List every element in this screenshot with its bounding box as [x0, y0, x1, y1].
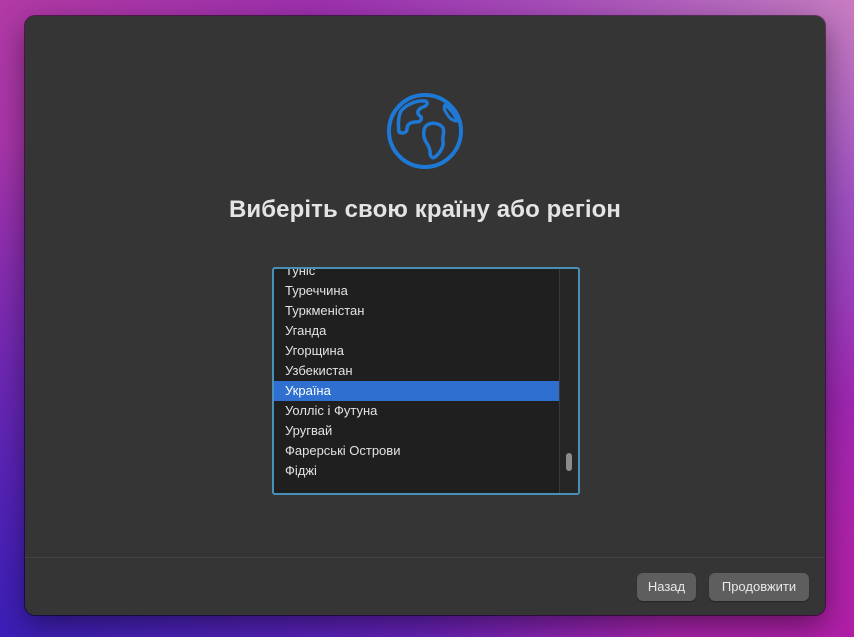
list-item[interactable]: Фарерські Острови [274, 441, 560, 461]
scrollbar-thumb[interactable] [566, 453, 572, 471]
page-title: Виберіть свою країну або регіон [228, 196, 622, 223]
list-item[interactable]: Фіджі [274, 461, 560, 481]
list-scrollbar[interactable] [559, 269, 578, 493]
list-item[interactable]: Узбекистан [274, 361, 560, 381]
list-item[interactable]: Туркменістан [274, 301, 560, 321]
country-listbox[interactable]: Туніс Туреччина Туркменістан Уганда Угор… [272, 267, 580, 495]
footer-divider [25, 557, 825, 558]
list-item[interactable]: Туреччина [274, 281, 560, 301]
country-list: Туніс Туреччина Туркменістан Уганда Угор… [274, 269, 560, 481]
list-item[interactable]: Угорщина [274, 341, 560, 361]
setup-assistant-window: Виберіть свою країну або регіон Туніс Ту… [25, 16, 825, 615]
list-item[interactable]: Уругвай [274, 421, 560, 441]
back-button[interactable]: Назад [637, 573, 696, 601]
list-item[interactable]: Туніс [274, 269, 560, 281]
list-item[interactable]: Уганда [274, 321, 560, 341]
list-item-selected[interactable]: Україна [274, 381, 560, 401]
desktop-wallpaper: Виберіть свою країну або регіон Туніс Ту… [0, 0, 854, 637]
globe-icon [387, 93, 463, 169]
list-item[interactable]: Уолліс і Футуна [274, 401, 560, 421]
continue-button[interactable]: Продовжити [709, 573, 809, 601]
